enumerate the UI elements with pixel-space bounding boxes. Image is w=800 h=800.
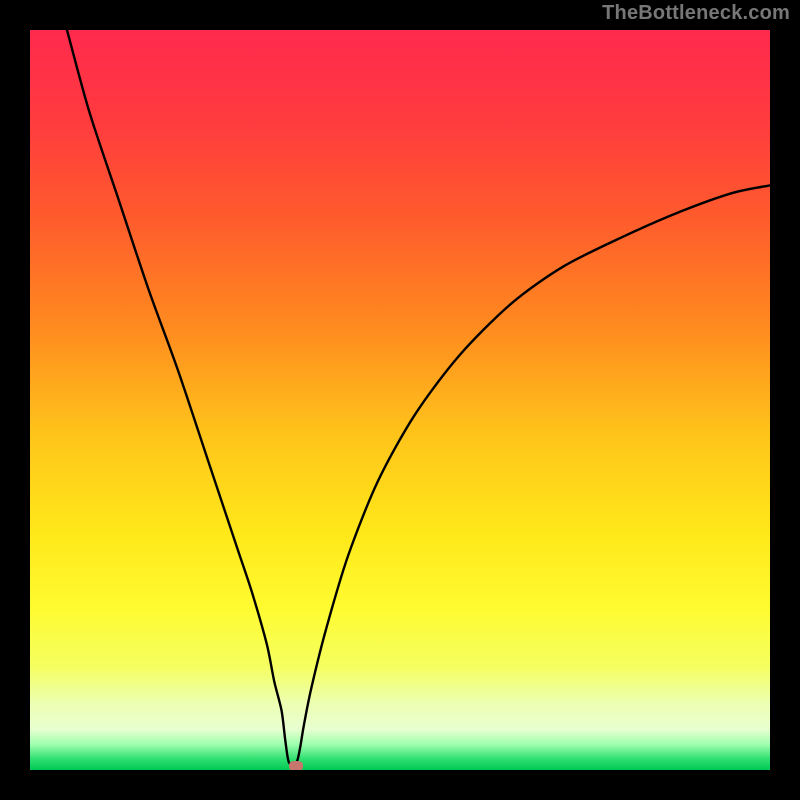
optimum-marker — [289, 761, 303, 770]
plot-area — [30, 30, 770, 770]
watermark-text: TheBottleneck.com — [602, 2, 790, 25]
bottleneck-curve — [67, 30, 770, 765]
curve-layer — [30, 30, 770, 770]
chart-frame: TheBottleneck.com — [0, 0, 800, 800]
